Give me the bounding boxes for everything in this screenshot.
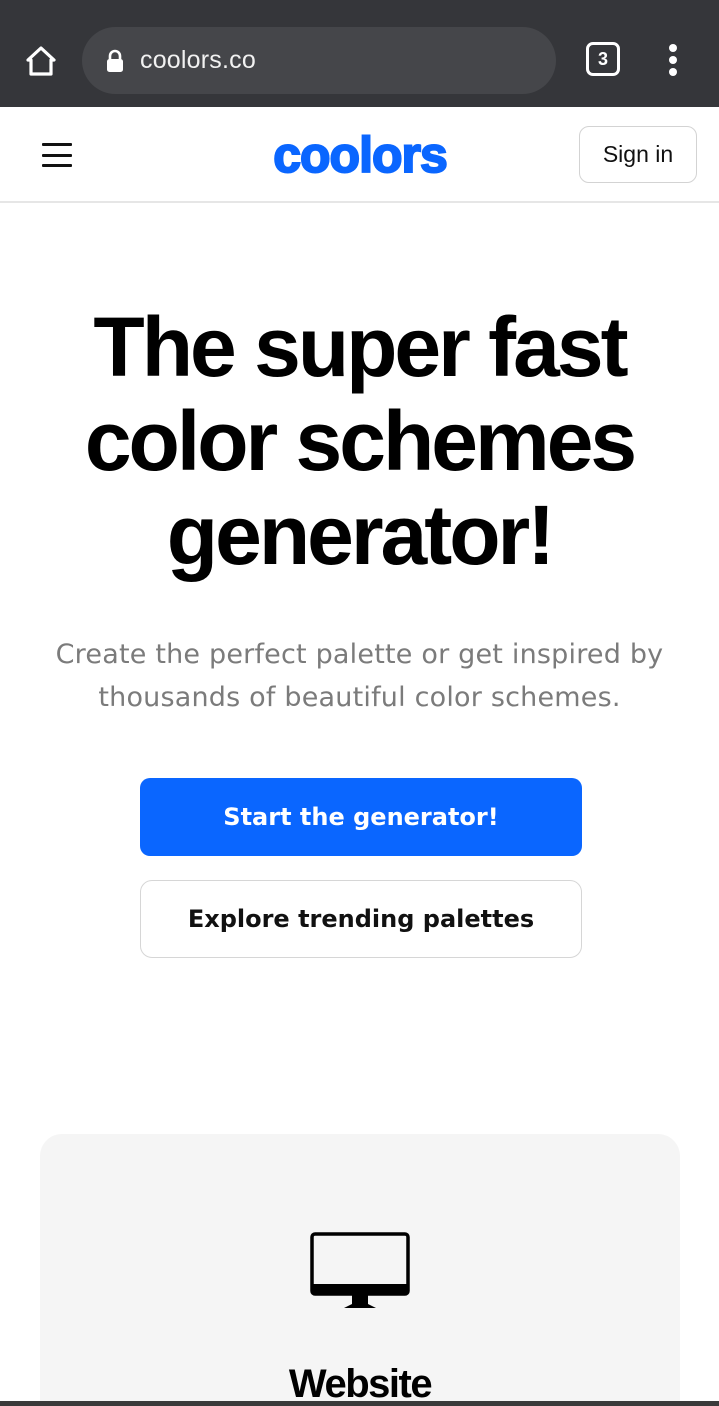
logo-text: coolors <box>273 127 447 183</box>
more-vert-icon-dot <box>669 68 677 76</box>
hamburger-menu-icon[interactable] <box>42 141 72 169</box>
feature-card-title: Website <box>288 1362 433 1406</box>
address-bar[interactable]: coolors.co <box>82 27 556 94</box>
browser-toolbar: coolors.co 3 <box>0 0 719 107</box>
more-vert-icon-dot <box>669 56 677 64</box>
home-icon <box>26 46 56 76</box>
start-generator-button[interactable]: Start the generator! <box>140 778 582 856</box>
hero-subtitle: Create the perfect palette or get inspir… <box>30 633 689 719</box>
url-text: coolors.co <box>140 46 256 74</box>
hero-title-line: generator! <box>166 488 555 582</box>
coolors-logo[interactable]: coolors <box>250 125 470 185</box>
hero-subtitle-line: thousands of beautiful color schemes. <box>98 682 621 713</box>
hamburger-line <box>42 153 72 157</box>
home-button[interactable] <box>20 40 62 82</box>
more-vert-icon <box>669 44 677 52</box>
nav-bar-edge <box>0 1401 719 1406</box>
hamburger-line <box>42 143 72 146</box>
hero-title-line: The super fast <box>93 300 628 394</box>
monitor-icon <box>310 1232 410 1308</box>
browser-menu-button[interactable] <box>658 38 688 82</box>
explore-palettes-button[interactable]: Explore trending palettes <box>140 880 582 958</box>
tab-switcher-button[interactable]: 3 <box>586 42 620 76</box>
sign-in-button[interactable]: Sign in <box>579 126 697 183</box>
site-header: coolors Sign in <box>0 107 719 203</box>
hamburger-line <box>42 164 72 167</box>
hero-title-line: color schemes <box>84 394 637 488</box>
lock-icon <box>105 48 125 74</box>
hero-title: The super fast color schemes generator! <box>0 300 719 582</box>
feature-card-website[interactable]: Website <box>40 1134 680 1406</box>
page: coolors.co 3 coolors Sign in The super f… <box>0 0 719 1406</box>
hero-subtitle-line: Create the perfect palette or get inspir… <box>55 639 664 670</box>
